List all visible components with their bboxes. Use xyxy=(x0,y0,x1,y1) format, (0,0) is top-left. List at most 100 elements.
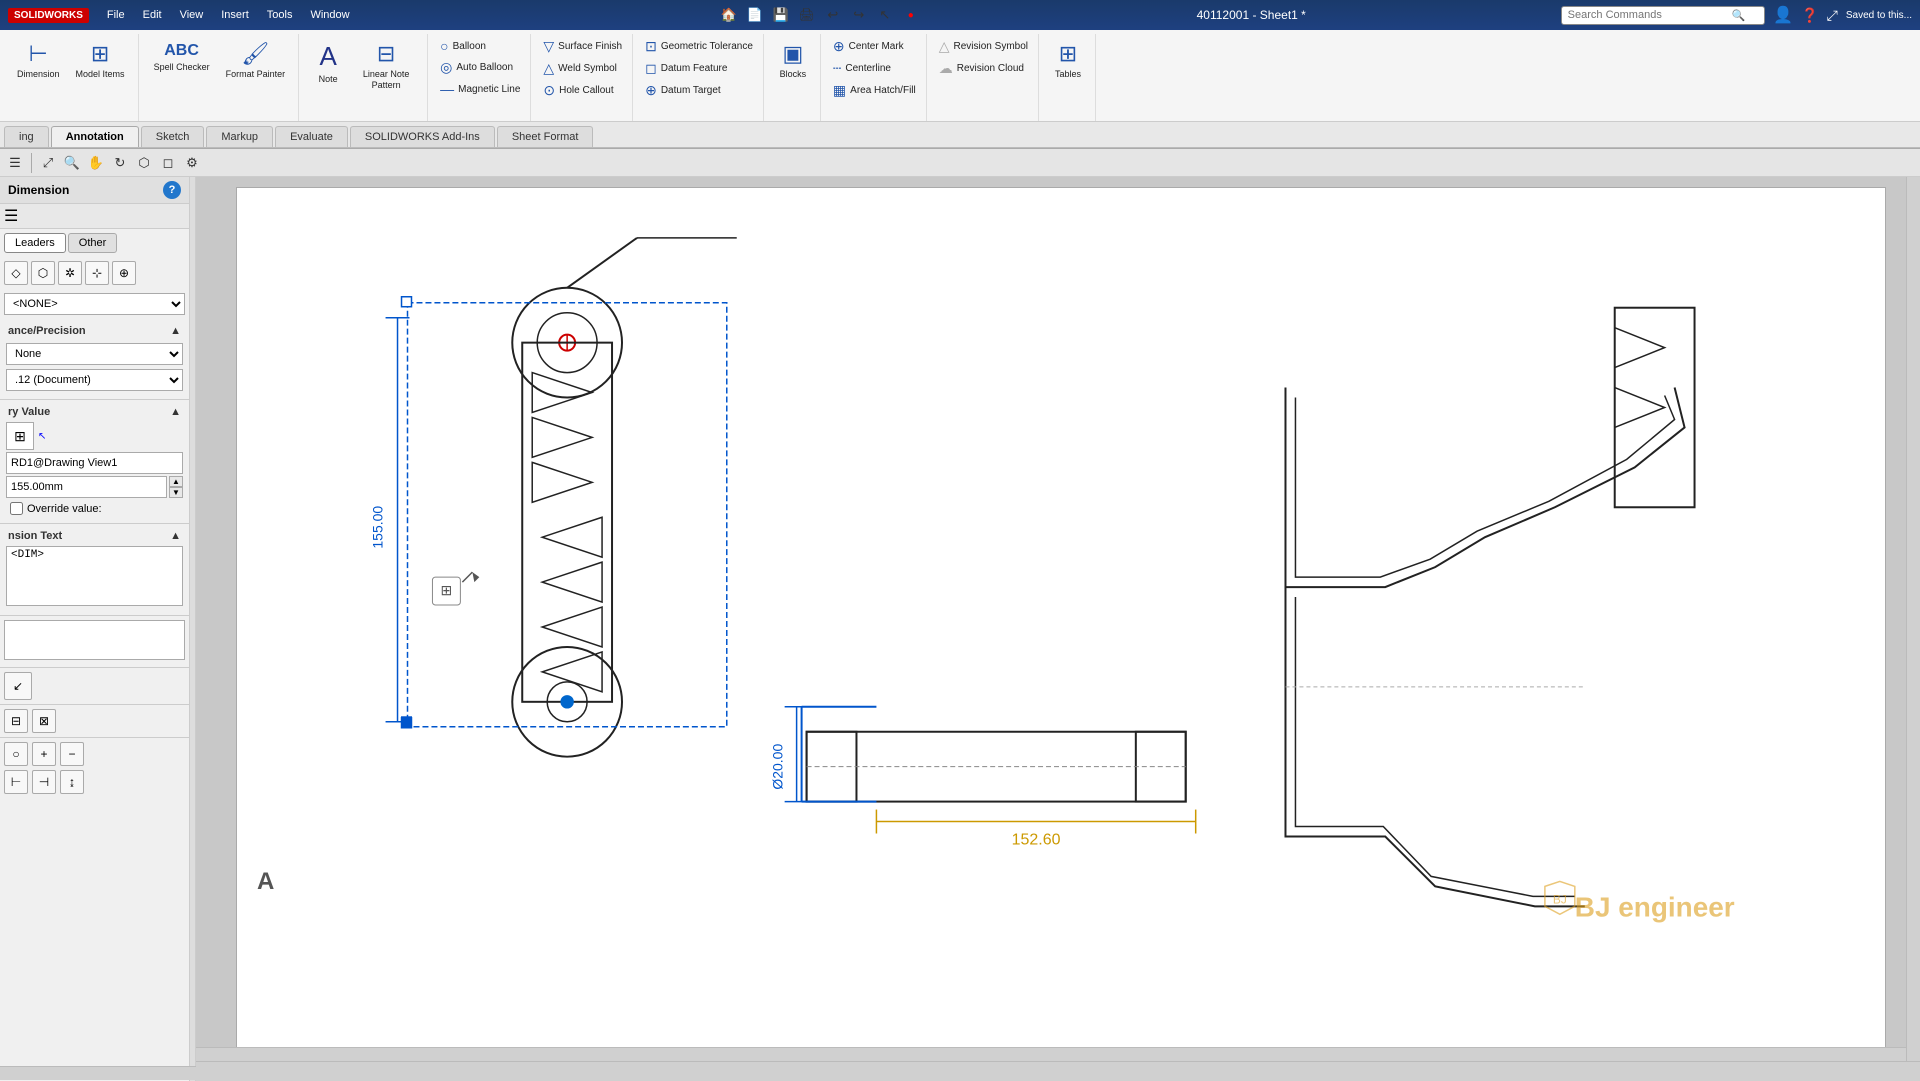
tab-markup[interactable]: Markup xyxy=(206,126,273,147)
balloon-button[interactable]: ○ Balloon xyxy=(436,36,524,56)
spacing-icon-5[interactable]: ⊣ xyxy=(32,770,56,794)
menu-edit[interactable]: Edit xyxy=(135,7,170,23)
calculator-button[interactable]: ⊞ xyxy=(6,422,34,450)
settings-btn[interactable]: ⚙ xyxy=(181,152,203,174)
note-icon: A xyxy=(319,41,336,72)
spacing-icon-1[interactable]: ○ xyxy=(4,742,28,766)
centerline-button[interactable]: ┄ Centerline xyxy=(829,58,920,79)
arrow-function-icon[interactable]: ↙ xyxy=(4,672,32,700)
spacing-icon-3[interactable]: − xyxy=(60,742,84,766)
search-dropdown-icon[interactable]: ▼ xyxy=(1749,10,1758,20)
menu-tools[interactable]: Tools xyxy=(259,7,301,23)
spell-checker-button[interactable]: ABC Spell Checker xyxy=(147,36,217,78)
zoom-in-btn[interactable]: 🔍 xyxy=(61,152,83,174)
drawing-h-scrollbar[interactable] xyxy=(196,1047,1906,1061)
pan-btn[interactable]: ✋ xyxy=(85,152,107,174)
tab-sheet-format[interactable]: Sheet Format xyxy=(497,126,594,147)
leaders-tab[interactable]: Leaders xyxy=(4,233,66,253)
geometric-column: ⊡ Geometric Tolerance ◻ Datum Feature ⊕ … xyxy=(641,36,757,101)
center-mark-button[interactable]: ⊕ Center Mark xyxy=(829,36,920,57)
note-button[interactable]: A Note xyxy=(307,36,349,90)
tab-addins[interactable]: SOLIDWORKS Add-Ins xyxy=(350,126,495,147)
style-icon-2[interactable]: ⬡ xyxy=(31,261,55,285)
hole-callout-button[interactable]: ⊙ Hole Callout xyxy=(539,80,626,101)
drawing-area[interactable]: A xyxy=(196,177,1920,1081)
dim-text-header[interactable]: nsion Text ▲ xyxy=(4,528,185,544)
override-value-checkbox[interactable] xyxy=(10,502,23,515)
tab-annotation[interactable]: Annotation xyxy=(51,126,139,147)
menu-window[interactable]: Window xyxy=(302,7,357,23)
redo-btn[interactable]: ↪ xyxy=(848,4,870,26)
auto-balloon-button[interactable]: ◎ Auto Balloon xyxy=(436,57,524,78)
align-left-icon[interactable]: ⊟ xyxy=(4,709,28,733)
undo-btn[interactable]: ↩ xyxy=(822,4,844,26)
tab-evaluate[interactable]: Evaluate xyxy=(275,126,348,147)
help-icon[interactable]: ❓ xyxy=(1801,7,1818,24)
datum-target-button[interactable]: ⊕ Datum Target xyxy=(641,80,757,101)
style-icon-5[interactable]: ⊕ xyxy=(112,261,136,285)
style-icon-1[interactable]: ◇ xyxy=(4,261,28,285)
linear-note-button[interactable]: ⊟ Linear Note Pattern xyxy=(351,36,421,96)
top-right-tri-2 xyxy=(1615,388,1665,428)
style-icon-4[interactable]: ⊹ xyxy=(85,261,109,285)
align-center-icon[interactable]: ⊠ xyxy=(32,709,56,733)
primary-value-ref-input[interactable] xyxy=(6,452,183,474)
model-items-button[interactable]: ⊞ Model Items xyxy=(69,36,132,85)
weld-symbol-button[interactable]: △ Weld Symbol xyxy=(539,58,626,79)
spacing-icon-6[interactable]: ↨ xyxy=(60,770,84,794)
blocks-button[interactable]: ▣ Blocks xyxy=(772,36,814,85)
right-arm-path xyxy=(1285,388,1684,588)
drawing-v-scrollbar[interactable] xyxy=(1906,177,1920,1061)
revision-cloud-button[interactable]: ☁ Revision Cloud xyxy=(935,58,1032,79)
home-btn[interactable]: 🏠 xyxy=(718,4,740,26)
zoom-fit-btn[interactable]: ⤢ xyxy=(37,152,59,174)
rotate-btn[interactable]: ↻ xyxy=(109,152,131,174)
precision-dropdown[interactable]: .12 (Document) xyxy=(6,369,183,391)
expand-icon[interactable]: ⤢ xyxy=(1827,7,1838,24)
primary-value-input[interactable] xyxy=(6,476,167,498)
tab-drawing[interactable]: ing xyxy=(4,126,49,147)
panel-help-button[interactable]: ? xyxy=(163,181,181,199)
view-list-icon[interactable]: ☰ xyxy=(4,152,26,174)
revision-column: △ Revision Symbol ☁ Revision Cloud xyxy=(935,36,1032,79)
search-input[interactable] xyxy=(1568,9,1728,21)
tolerance-section-header[interactable]: ance/Precision ▲ xyxy=(4,323,185,339)
open-btn[interactable]: 📄 xyxy=(744,4,766,26)
display-style-btn[interactable]: ◻ xyxy=(157,152,179,174)
primary-value-header[interactable]: ry Value ▲ xyxy=(4,404,185,420)
datum-feature-button[interactable]: ◻ Datum Feature xyxy=(641,58,757,79)
area-hatch-button[interactable]: ▦ Area Hatch/Fill xyxy=(829,80,920,101)
select-btn[interactable]: ↖ xyxy=(874,4,896,26)
spacing-icon-4[interactable]: ⊢ xyxy=(4,770,28,794)
panel-h-scrollbar[interactable] xyxy=(0,1066,190,1080)
tolerance-dropdown[interactable]: None xyxy=(6,343,183,365)
style-icon-3[interactable]: ✲ xyxy=(58,261,82,285)
surface-finish-button[interactable]: ▽ Surface Finish xyxy=(539,36,626,57)
format-painter-button[interactable]: 🖌 Format Painter xyxy=(219,36,293,85)
surface-finish-icon: ▽ xyxy=(543,38,554,55)
spinner-up[interactable]: ▲ xyxy=(169,476,183,487)
panel-list-icon[interactable]: ☰ xyxy=(4,208,18,225)
spacing-icon-2[interactable]: + xyxy=(32,742,56,766)
magnetic-line-button[interactable]: — Magnetic Line xyxy=(436,79,524,99)
revision-symbol-button[interactable]: △ Revision Symbol xyxy=(935,36,1032,57)
dimension-button[interactable]: ⊢ Dimension xyxy=(10,36,67,85)
primary-value-collapse-icon: ▲ xyxy=(170,406,181,418)
menu-view[interactable]: View xyxy=(172,7,212,23)
dim-text-area[interactable]: <DIM> xyxy=(6,546,183,606)
geometric-tolerance-button[interactable]: ⊡ Geometric Tolerance xyxy=(641,36,757,57)
none-dropdown[interactable]: <NONE> xyxy=(4,293,185,315)
model-items-icon: ⊞ xyxy=(91,41,109,67)
other-tab[interactable]: Other xyxy=(68,233,118,253)
save-btn[interactable]: 💾 xyxy=(770,4,792,26)
user-icon[interactable]: 👤 xyxy=(1773,5,1793,25)
tab-sketch[interactable]: Sketch xyxy=(141,126,205,147)
extra-textarea[interactable] xyxy=(4,620,185,660)
tables-button[interactable]: ⊞ Tables xyxy=(1047,36,1089,85)
spinner-down[interactable]: ▼ xyxy=(169,487,183,498)
search-icon[interactable]: 🔍 xyxy=(1732,9,1746,22)
3d-view-btn[interactable]: ⬡ xyxy=(133,152,155,174)
print-btn[interactable]: 🖨 xyxy=(796,4,818,26)
menu-file[interactable]: File xyxy=(99,7,133,23)
menu-insert[interactable]: Insert xyxy=(213,7,257,23)
